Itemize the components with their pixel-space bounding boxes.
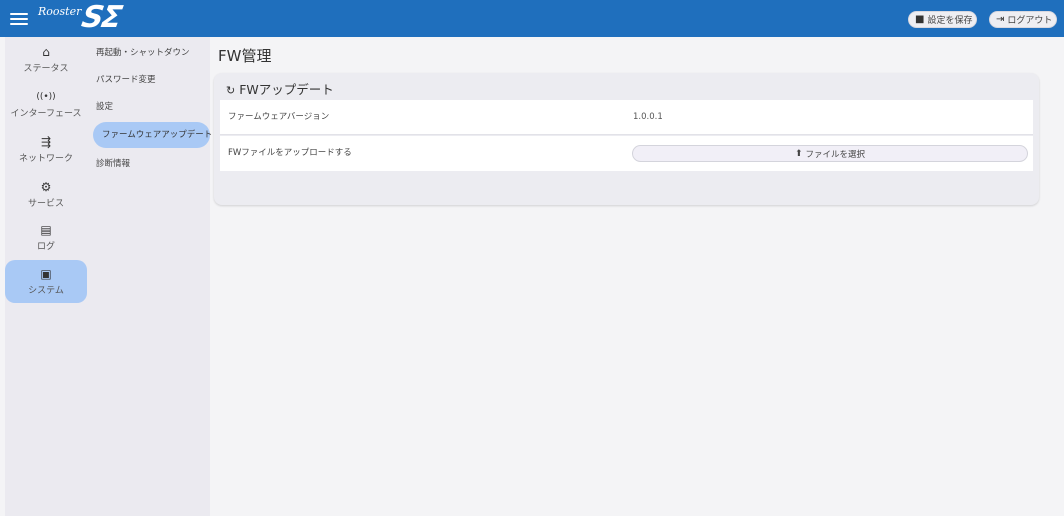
floppy-icon: ■ xyxy=(915,14,925,25)
firmware-version-label: ファームウェアバージョン xyxy=(228,112,330,122)
page-title: FW管理 xyxy=(218,47,272,65)
system-icon: ▣ xyxy=(40,267,52,281)
logout-button[interactable]: ⇥ ログアウト xyxy=(989,11,1057,28)
rail-item-network[interactable]: ⇶ ネットワーク xyxy=(5,132,87,172)
rail-item-system[interactable]: ▣ システム xyxy=(5,260,87,303)
home-icon: ⌂ xyxy=(42,45,50,59)
log-icon: ▤ xyxy=(40,223,52,237)
subnav-item-firmware-update[interactable]: ファームウェアアップデート xyxy=(93,122,212,148)
gears-icon: ⚙ xyxy=(40,180,52,194)
upload-icon: ⬆ xyxy=(794,148,803,159)
rail-item-interface[interactable]: ((•)) インターフェース xyxy=(5,87,87,127)
rail-item-label: システム xyxy=(28,286,64,296)
firmware-version-row: ファームウェアバージョン 1.0.0.1 xyxy=(220,100,1033,135)
hamburger-menu-icon[interactable] xyxy=(10,10,28,26)
subnav-item-reboot[interactable]: 再起動・シャットダウン xyxy=(93,40,210,66)
network-icon: ⇶ xyxy=(40,135,52,149)
top-app-bar: Rooster SΣ ■ 設定を保存 ⇥ ログアウト xyxy=(0,0,1064,37)
rail-item-service[interactable]: ⚙ サービス xyxy=(5,177,87,217)
logo-mark: SΣ xyxy=(78,0,124,35)
fw-upload-label: FWファイルをアップロードする xyxy=(228,148,352,158)
logout-icon: ⇥ xyxy=(996,14,1005,25)
main-content: FW管理 ↻ FWアップデート ファームウェアバージョン 1.0.0.1 FWファ… xyxy=(210,37,1064,516)
subnav-item-diagnostics[interactable]: 診断情報 xyxy=(93,151,210,177)
antenna-icon: ((•)) xyxy=(36,92,56,102)
card-title: ↻ FWアップデート xyxy=(226,79,334,98)
navigation-rail: ⌂ ステータス ((•)) インターフェース ⇶ ネットワーク ⚙ サービス ▤… xyxy=(5,37,89,516)
rail-item-label: ステータス xyxy=(23,64,69,74)
rail-item-label: ネットワーク xyxy=(18,154,73,164)
save-settings-label: 設定を保存 xyxy=(927,16,973,26)
rail-item-status[interactable]: ⌂ ステータス xyxy=(5,42,87,82)
firmware-version-value: 1.0.0.1 xyxy=(633,112,663,122)
rail-item-log[interactable]: ▤ ログ xyxy=(5,220,87,260)
fw-upload-row: FWファイルをアップロードする ⬆ ファイルを選択 xyxy=(220,136,1033,171)
subnav-item-settings[interactable]: 設定 xyxy=(93,94,210,120)
refresh-icon: ↻ xyxy=(226,84,236,97)
rail-item-label: ログ xyxy=(36,242,55,252)
card-title-text: FWアップデート xyxy=(239,82,334,97)
logout-label: ログアウト xyxy=(1007,16,1053,26)
fw-update-card: ↻ FWアップデート ファームウェアバージョン 1.0.0.1 FWファイルをアッ… xyxy=(214,73,1039,205)
save-settings-button[interactable]: ■ 設定を保存 xyxy=(908,11,977,28)
select-file-label: ファイルを選択 xyxy=(805,149,866,160)
logo-text: Rooster xyxy=(38,5,82,18)
sidebar: ⌂ ステータス ((•)) インターフェース ⇶ ネットワーク ⚙ サービス ▤… xyxy=(5,37,212,516)
subnav-item-password[interactable]: パスワード変更 xyxy=(93,67,210,93)
select-file-button[interactable]: ⬆ ファイルを選択 xyxy=(632,145,1028,162)
rail-item-label: サービス xyxy=(27,199,64,209)
rail-item-label: インターフェース xyxy=(10,109,82,119)
